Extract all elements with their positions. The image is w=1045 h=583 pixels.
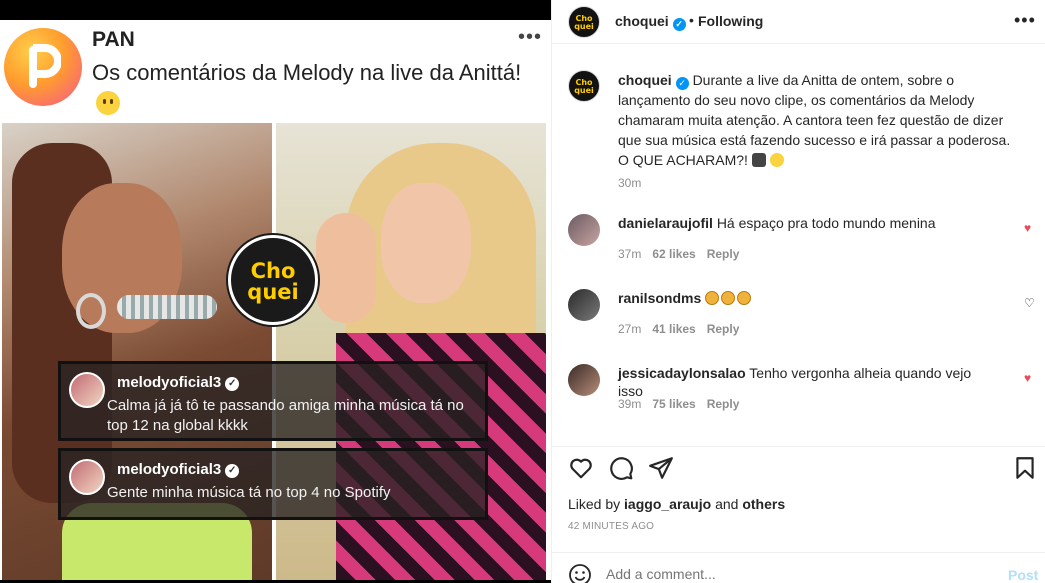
caption-text: choquei ✓ Durante a live da Anitta de ont… [618,70,1018,170]
reply-button[interactable]: Reply [707,397,740,411]
more-options-icon[interactable]: ••• [1014,10,1036,31]
grin-emoji-icon [769,153,784,167]
post-header: Cho quei choquei ✓ • Following ••• [552,0,1045,44]
comment-item: danielaraujofil Há espaço pra todo mundo… [568,214,1031,274]
comment-avatar[interactable] [568,289,600,321]
comment-icon[interactable] [608,455,634,481]
comment-meta: 27m 41 likes Reply [618,322,750,336]
live-comment-username: melodyoficial3 [117,461,222,478]
caption-username[interactable]: choquei [618,72,672,88]
reply-button[interactable]: Reply [707,322,740,336]
stamp-line1: Cho [250,259,296,283]
emoji-icon[interactable] [568,563,592,583]
comment-body: jessicadaylonsalao Tenho vergonha alheia… [618,364,998,400]
avatar-line2: quei [574,22,594,31]
comment-like-heart-icon[interactable]: ♥ [1024,372,1036,384]
comment-username[interactable]: danielaraujofil [618,215,713,231]
camera-emoji-icon [751,153,766,167]
author-avatar[interactable]: Cho quei [568,6,600,38]
comment-username[interactable]: ranilsondms [618,290,701,306]
author-username[interactable]: choquei ✓ [615,13,686,31]
app: PAN ••• Os comentários da Melody na live… [0,0,1045,583]
comment-body: ranilsondms [618,289,998,307]
live-comment-bubble: melodyoficial3 ✓ Gente minha música tá no… [58,448,488,520]
comment-likes[interactable]: 62 likes [652,247,695,261]
stamp-line2: quei [247,280,299,304]
live-comment-bubble: melodyoficial3 ✓ Calma já já tô te passan… [58,361,488,441]
pan-logo-glyph [29,44,61,88]
verified-icon: ✓ [225,464,240,478]
share-icon[interactable] [648,455,674,481]
bookmark-icon[interactable] [1012,455,1038,481]
action-bar [552,446,1045,486]
post-comment-button[interactable]: Post [1008,567,1038,583]
comment-item: jessicadaylonsalao Tenho vergonha alheia… [568,364,1031,424]
photo-left-choker [117,295,217,319]
comment-item: ranilsondms 27m 41 likes Reply ♡ [568,289,1035,349]
reply-button[interactable]: Reply [707,247,740,261]
cookie-emoji-icon [705,291,720,305]
comment-meta: 39m 75 likes Reply [618,397,750,411]
comment-body: danielaraujofil Há espaço pra todo mundo… [618,214,998,232]
comment-likes[interactable]: 75 likes [652,397,695,411]
verified-icon: ✓ [672,18,686,31]
live-comment-avatar [69,372,105,408]
live-comment-text: Calma já já tô te passando amiga minha m… [107,397,464,434]
following-button[interactable]: Following [698,13,763,29]
comment-avatar[interactable] [568,214,600,246]
choquei-stamp: Cho quei [228,235,318,325]
media-headline: Os comentários da Melody na live da Anit… [92,58,522,116]
caption-time: 30m [618,176,642,190]
comment-avatar[interactable] [568,364,600,396]
verified-icon: ✓ [225,377,240,391]
header-separator: • [689,12,694,28]
media-brand: PAN [92,28,135,51]
avatar-line2: quei [574,86,594,95]
comment-likes[interactable]: 41 likes [652,322,695,336]
comment-like-heart-icon[interactable]: ♡ [1024,297,1036,309]
verified-icon: ✓ [675,77,689,90]
live-comment-user: melodyoficial3 ✓ [117,374,240,391]
add-comment-input[interactable] [606,566,966,582]
photo-right-hand [316,213,376,323]
add-comment-row: Post [552,552,1045,583]
live-comment-text: Gente minha música tá no top 4 no Spotif… [107,484,391,501]
post-media[interactable]: PAN ••• Os comentários da Melody na live… [0,0,551,583]
likes-summary: Liked by iaggo_araujo and others [568,496,785,512]
likes-mid: and [715,496,739,512]
media-card: PAN ••• Os comentários da Melody na live… [0,20,551,580]
post-panel: Cho quei choquei ✓ • Following ••• Cho qu… [551,0,1045,583]
liked-by-user[interactable]: iaggo_araujo [624,496,711,512]
likes-prefix: Liked by [568,496,621,512]
comment-like-heart-icon[interactable]: ♥ [1024,222,1036,234]
likes-others[interactable]: others [742,496,785,512]
photo-right-face [381,183,471,303]
pan-logo [4,28,82,106]
comment-time: 39m [618,397,642,411]
live-comment-username: melodyoficial3 [117,374,222,391]
media-more-icon: ••• [518,26,543,48]
face-emoji-icon [96,91,120,116]
comment-time: 37m [618,247,642,261]
comment-meta: 37m 62 likes Reply [618,247,750,261]
comment-time: 27m [618,322,642,336]
caption-avatar[interactable]: Cho quei [568,70,600,102]
cookie-emoji-icon [721,291,736,305]
photo-left-earring [76,293,106,329]
posted-time: 42 MINUTES AGO [568,521,655,532]
comment-username[interactable]: jessicadaylonsalao [618,365,746,381]
heart-icon[interactable] [568,455,594,481]
cookie-emoji-icon [737,291,752,305]
author-username-text[interactable]: choquei [615,13,669,29]
live-comment-avatar [69,459,105,495]
comment-text: Há espaço pra todo mundo menina [716,215,936,231]
live-comment-user: melodyoficial3 ✓ [117,461,240,478]
media-headline-text: Os comentários da Melody na live da Anit… [92,60,522,85]
